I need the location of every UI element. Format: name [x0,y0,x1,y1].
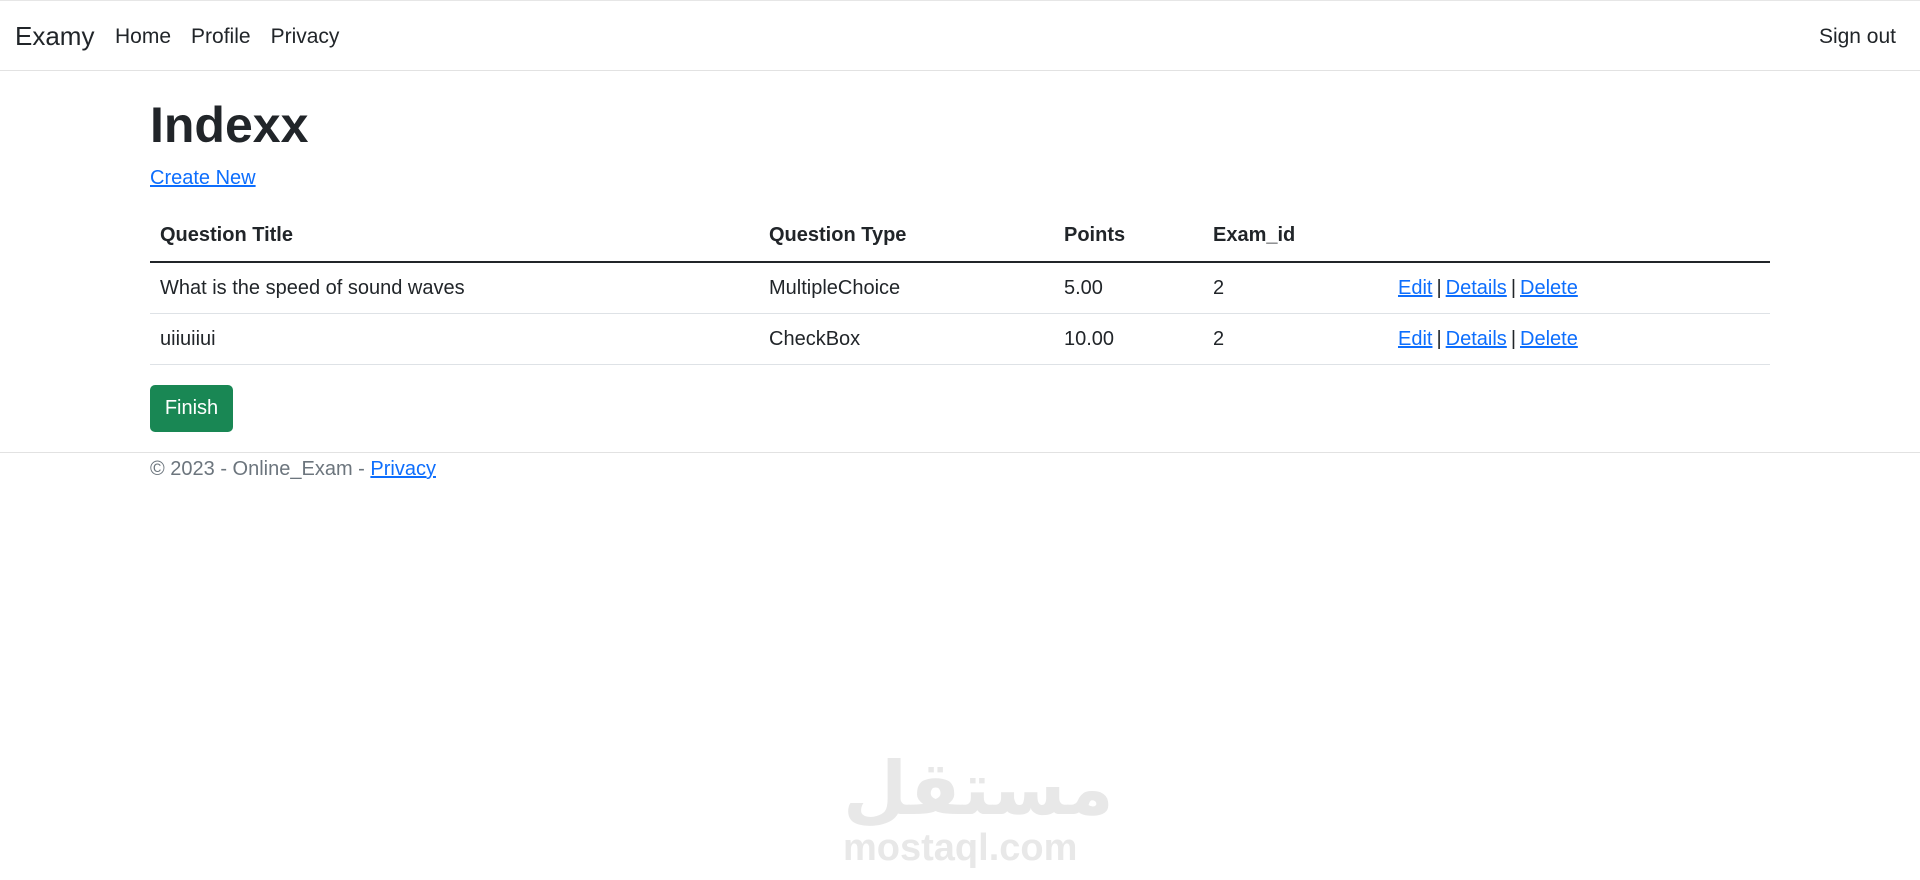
cell-points: 5.00 [1054,262,1203,314]
table-header-row: Question Title Question Type Points Exam… [150,209,1770,263]
table-row: uiiuiiui CheckBox 10.00 2 Edit | Details | D… [150,313,1770,365]
header-exam-id: Exam_id [1203,209,1388,263]
delete-link[interactable]: Delete [1520,277,1578,299]
edit-link[interactable]: Edit [1398,328,1432,350]
separator: | [1510,276,1517,299]
cell-question-type: MultipleChoice [759,262,1054,314]
footer-privacy-link[interactable]: Privacy [370,458,436,480]
create-new-link[interactable]: Create New [150,167,256,190]
delete-link[interactable]: Delete [1520,328,1578,350]
nav-home-link[interactable]: Home [115,25,171,49]
nav-privacy-link[interactable]: Privacy [271,25,340,49]
watermark-arabic-text: مستقل [843,746,1114,832]
questions-table: Question Title Question Type Points Exam… [150,209,1770,365]
footer-copyright: © 2023 - Online_Exam - [150,458,371,480]
cell-exam-id: 2 [1203,262,1388,314]
separator: | [1510,327,1517,350]
table-row: What is the speed of sound waves Multipl… [150,262,1770,314]
header-question-title: Question Title [150,209,759,263]
brand-link[interactable]: Examy [15,21,94,52]
cell-question-title: What is the speed of sound waves [150,262,759,314]
nav-profile-link[interactable]: Profile [191,25,251,49]
cell-question-type: CheckBox [759,313,1054,365]
header-points: Points [1054,209,1203,263]
footer: © 2023 - Online_Exam - Privacy [150,458,436,481]
separator: | [1436,327,1442,350]
header-actions [1388,209,1770,263]
details-link[interactable]: Details [1446,277,1507,299]
nav-links: Home Profile Privacy [115,25,339,49]
cell-points: 10.00 [1054,313,1203,365]
watermark-logo: مستقل mostaql.com [843,746,1114,869]
footer-divider [0,452,1920,453]
cell-actions: Edit | Details | Delete [1388,262,1770,314]
watermark-latin-text: mostaql.com [843,827,1078,869]
cell-question-title: uiiuiiui [150,313,759,365]
navbar: Examy Home Profile Privacy Sign out [0,1,1920,71]
page-title: Indexx [150,97,309,153]
sign-out-link[interactable]: Sign out [1819,25,1896,49]
edit-link[interactable]: Edit [1398,277,1432,299]
cell-exam-id: 2 [1203,313,1388,365]
details-link[interactable]: Details [1446,328,1507,350]
header-question-type: Question Type [759,209,1054,263]
separator: | [1436,276,1442,299]
finish-button[interactable]: Finish [150,385,233,432]
cell-actions: Edit | Details | Delete [1388,313,1770,365]
